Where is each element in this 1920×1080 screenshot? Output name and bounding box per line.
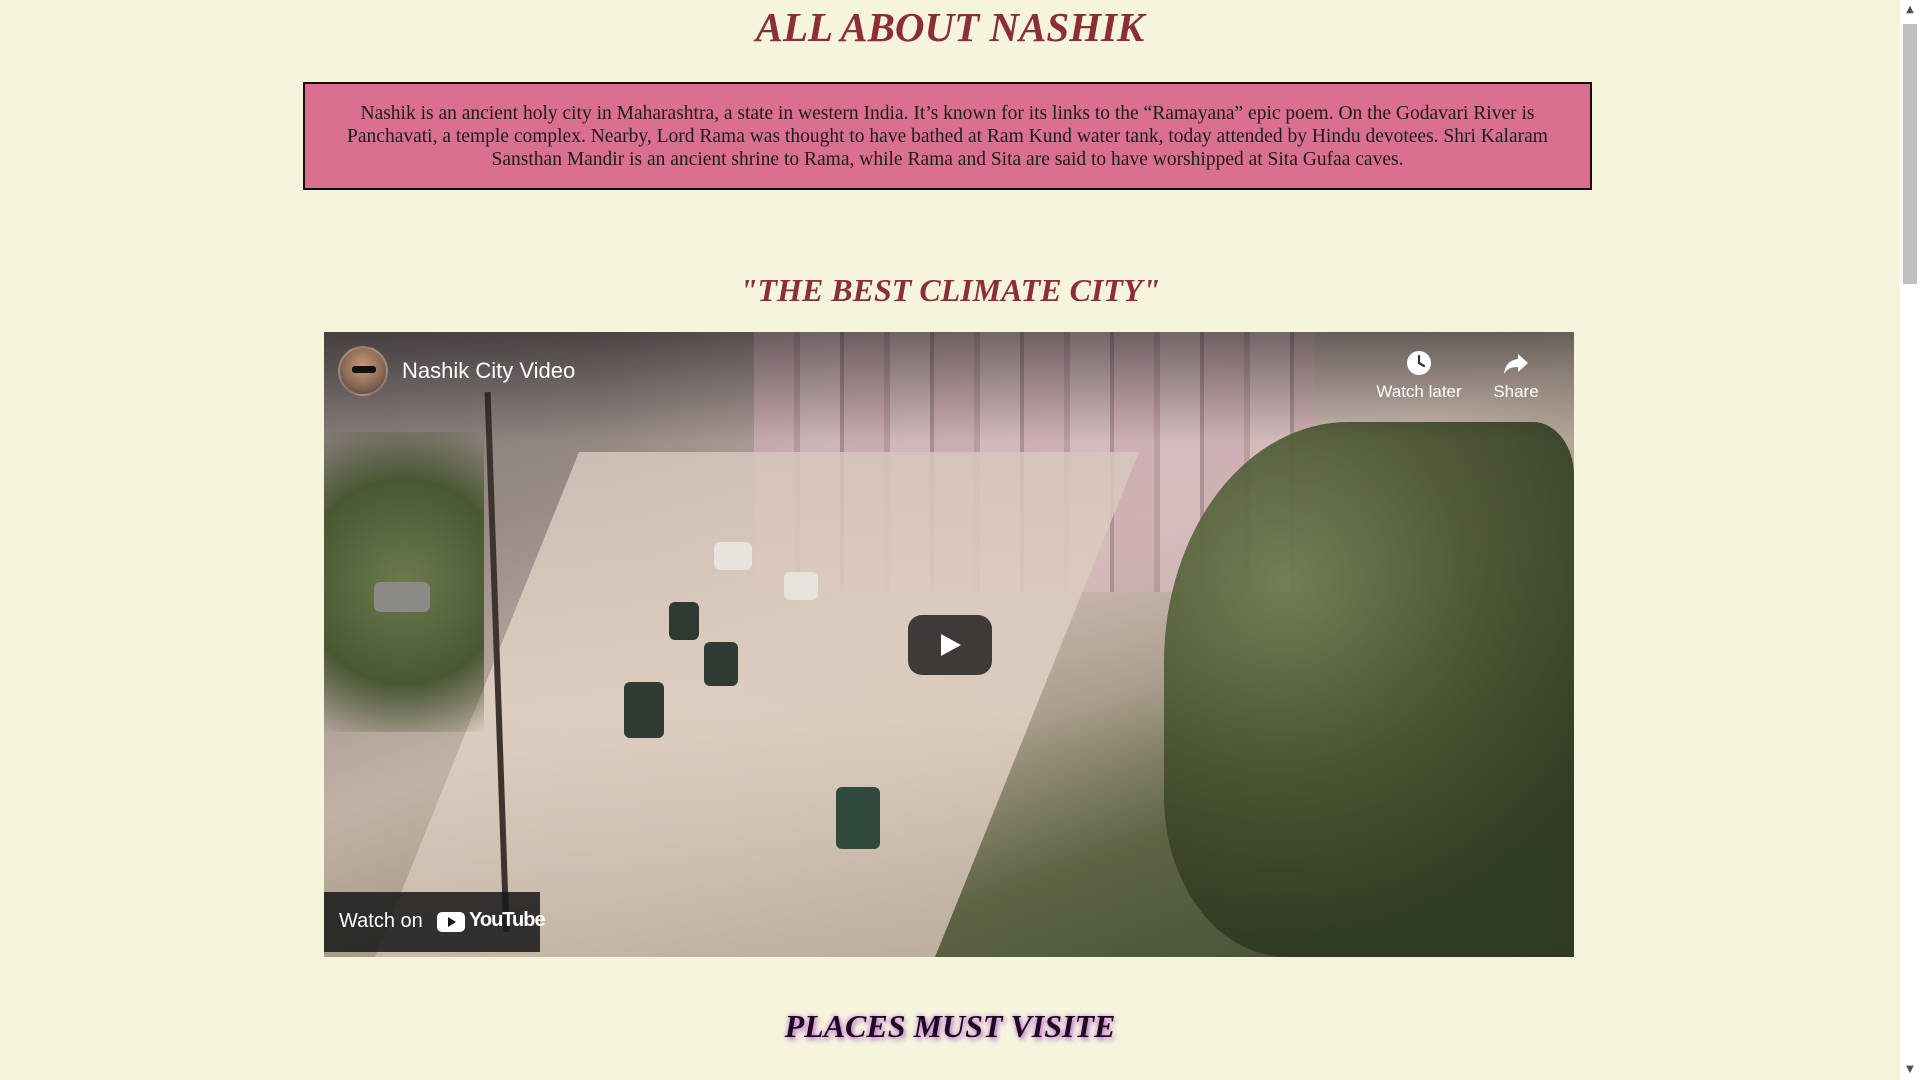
video-title[interactable]: Nashik City Video [402, 358, 575, 384]
share-button[interactable]: Share [1484, 346, 1548, 402]
video-thumbnail-vehicle [669, 602, 699, 640]
video-thumbnail-palm-trees [1164, 422, 1574, 957]
youtube-wordmark: YouTube [469, 909, 546, 931]
video-thumbnail-vehicle [784, 572, 818, 600]
places-heading: PLACES MUST VISITE [784, 1008, 1116, 1044]
page-scrollbar[interactable]: ▲ ▼ [1900, 0, 1920, 1080]
play-icon [941, 634, 961, 656]
page: ALL ABOUT NASHIK Nashik is an ancient ho… [0, 0, 1900, 1080]
watch-on-youtube-button[interactable]: Watch on YouTube [324, 892, 546, 952]
watch-later-label: Watch later [1376, 382, 1462, 401]
sunglasses-icon [352, 366, 376, 373]
video-thumbnail-vehicle [714, 542, 752, 570]
intro-text: Nashik is an ancient holy city in Mahara… [347, 103, 1548, 170]
video-thumbnail-vehicle [704, 642, 738, 686]
video-thumbnail-vehicle [374, 582, 430, 612]
youtube-play-glyph [448, 917, 456, 927]
share-arrow-icon [1484, 346, 1548, 382]
video-player[interactable]: Nashik City Video Watch later Share Watc… [324, 332, 1574, 957]
scroll-thumb[interactable] [1903, 24, 1917, 284]
scroll-down-arrow-icon[interactable]: ▼ [1900, 1060, 1920, 1080]
video-thumbnail-vehicle [836, 787, 880, 849]
play-button[interactable] [908, 615, 992, 675]
climate-subtitle: "THE BEST CLIMATE CITY" [739, 272, 1161, 308]
watch-on-label: Watch on [339, 910, 423, 932]
share-label: Share [1493, 382, 1539, 401]
youtube-logo-icon [437, 912, 465, 932]
channel-avatar[interactable] [338, 346, 388, 396]
video-thumbnail-vehicle [624, 682, 664, 738]
clock-icon [1371, 346, 1467, 382]
intro-box: Nashik is an ancient holy city in Mahara… [303, 82, 1592, 190]
watch-later-button[interactable]: Watch later [1371, 346, 1467, 402]
page-title: ALL ABOUT NASHIK [755, 4, 1145, 50]
scroll-up-arrow-icon[interactable]: ▲ [1900, 0, 1920, 20]
